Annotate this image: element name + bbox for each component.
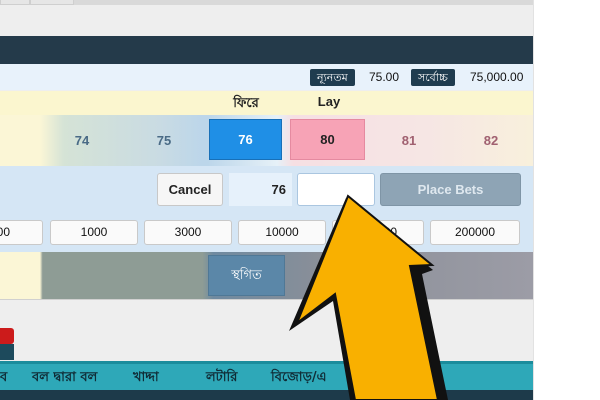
max-limit-value: 75,000.00 (470, 70, 524, 84)
min-limit-label: ন্যূনতম (310, 69, 355, 86)
bet-limits-row: ন্যূনতম 75.00 সর্বোচ্চ 75,000.00 (0, 64, 533, 90)
badge-tail (0, 344, 14, 360)
lay-header: Lay (317, 94, 341, 109)
category-nav: ব বল দ্বারা বল খাদ্দা লটারি বিজোড়/এ (0, 361, 533, 390)
top-tab[interactable] (30, 0, 74, 5)
quick-stake-row: 00 1000 3000 10000 00 200000 (0, 214, 533, 252)
quick-stake-button[interactable]: 10000 (238, 220, 326, 245)
betting-app: ন্যূনতম 75.00 সর্বোচ্চ 75,000.00 ফিরে La… (0, 0, 533, 400)
category-nav-item[interactable]: খাদ্দা (133, 368, 159, 389)
cancel-button[interactable]: Cancel (157, 173, 223, 206)
top-tab[interactable] (0, 0, 30, 5)
place-bets-button[interactable]: Place Bets (380, 173, 521, 206)
bet-slip-row: Cancel 76 Place Bets (0, 166, 533, 214)
suspended-row: স্থগিত (0, 252, 533, 299)
quick-stake-button[interactable]: 200000 (430, 220, 520, 245)
category-nav-item[interactable]: ব (0, 368, 7, 389)
lay-odd-cell[interactable]: 82 (451, 115, 531, 166)
min-limit-value: 75.00 (369, 70, 400, 84)
back-odd-cell[interactable]: 74 (42, 115, 122, 166)
category-nav-item[interactable]: বিজোড়/এ (271, 368, 327, 389)
back-lay-header: ফিরে Lay (0, 91, 533, 115)
quick-stake-button[interactable]: 00 (0, 220, 43, 245)
page-margin (533, 0, 600, 400)
category-nav-item[interactable]: বল দ্বারা বল (32, 368, 97, 389)
max-limit-label: সর্বোচ্চ (411, 69, 455, 86)
top-strip (0, 0, 533, 36)
content-gap (0, 299, 533, 361)
quick-stake-button[interactable]: 00 (332, 220, 424, 245)
lay-odd-cell[interactable]: 80 (290, 119, 365, 160)
top-tab-bar (74, 0, 533, 5)
bet-odds-value: 76 (229, 173, 292, 206)
quick-stake-button[interactable]: 3000 (144, 220, 232, 245)
new-badge (0, 328, 14, 344)
back-odd-cell[interactable]: 75 (124, 115, 204, 166)
back-header: ফিরে (233, 96, 259, 111)
quick-stake-button[interactable]: 1000 (50, 220, 138, 245)
category-nav-item[interactable]: লটারি (206, 368, 237, 389)
suspended-label: স্থগিত (208, 255, 285, 296)
stake-input[interactable] (297, 173, 375, 206)
lay-odd-cell[interactable]: 81 (369, 115, 449, 166)
market-header-bar (0, 36, 533, 64)
odds-row: 74 75 76 80 81 82 (0, 115, 533, 166)
footer-bar (0, 390, 533, 400)
back-odd-cell-selected[interactable]: 76 (209, 119, 282, 160)
